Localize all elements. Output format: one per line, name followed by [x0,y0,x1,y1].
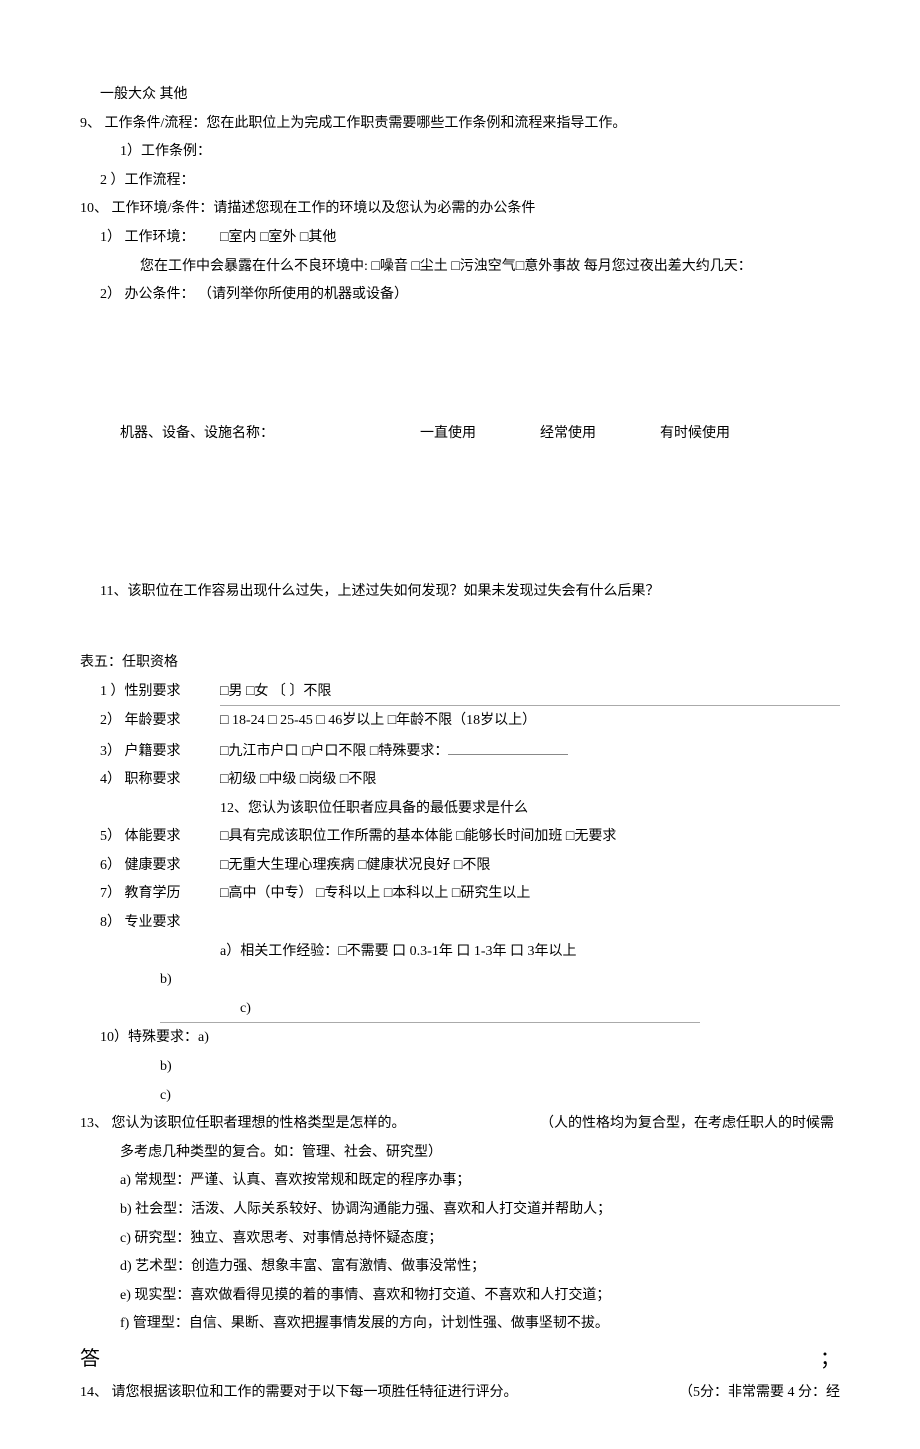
t5-r9b: b) [80,967,840,994]
t5-r6: 6） 健康要求 □无重大生理心理疾病 □健康状况良好 □不限 [80,853,840,880]
q13-b: b) 社会型：活泼、人际关系较好、协调沟通能力强、喜欢和人打交道并帮助人； [80,1197,840,1224]
t5-r8: 8） 专业要求 [80,910,840,937]
q9-b: 2 ）工作流程： [80,168,840,195]
q10-office: 2） 办公条件： （请列举你所使用的机器或设备） [80,282,840,309]
t5-r5: 5） 体能要求 □具有完成该职位工作所需的基本体能 □能够长时间加班 □无要求 [80,824,840,851]
t5-r7: 7） 教育学历 □高中（中专） □专科以上 □本科以上 □研究生以上 [80,881,840,908]
header-line: 一般大众 其他 [80,82,840,109]
usage-c2: 经常使用 [540,421,660,448]
t5-r3-label: 3） 户籍要求 [100,739,220,766]
t5-r1-opts[interactable]: □男 □女 〔 〕不限 [220,679,840,707]
t5-r4-opts[interactable]: □初级 □中级 □岗级 □不限 [220,767,840,794]
t5-r2-label: 2） 年龄要求 [100,708,220,735]
t5-r6-label: 6） 健康要求 [100,853,220,880]
special-req-blank[interactable] [448,737,568,755]
q10-env-row: 1） 工作环境： □室内 □室外 □其他 [80,225,840,252]
t5-r6-opts[interactable]: □无重大生理心理疾病 □健康状况良好 □不限 [220,853,840,880]
t5-r10c: c) [80,1083,840,1110]
t5-r10a: 10）特殊要求：a) [80,1025,840,1052]
usage-name-header: 机器、设备、设施名称： [120,421,420,448]
t5-r7-opts[interactable]: □高中（中专） □专科以上 □本科以上 □研究生以上 [220,881,840,908]
answer-left: 答 [80,1340,100,1378]
q10-env-label: 1） 工作环境： [100,225,220,252]
t5-q12: 12、您认为该职位任职者应具备的最低要求是什么 [80,796,840,823]
q13-c: c) 研究型：独立、喜欢思考、对事情总持怀疑态度； [80,1226,840,1253]
t5-r3-opts[interactable]: □九江市户口 □户口不限 □特殊要求： [220,737,840,765]
t5-r3: 3） 户籍要求 □九江市户口 □户口不限 □特殊要求： [80,737,840,765]
q9-title: 9、 工作条件/流程：您在此职位上为完成工作职责需要哪些工作条例和流程来指导工作… [80,111,840,138]
t5-r10b: b) [80,1054,840,1081]
q13-title-row: 13、 您认为该职位任职者理想的性格类型是怎样的。 （人的性格均为复合型，在考虑… [80,1111,840,1138]
t5-r1: 1 ）性别要求 □男 □女 〔 〕不限 [80,679,840,707]
q13-title-b: （人的性格均为复合型，在考虑任职人的时候需 [480,1111,834,1138]
q13-title-a: 13、 您认为该职位任职者理想的性格类型是怎样的。 [80,1111,480,1138]
t5-r4: 4） 职称要求 □初级 □中级 □岗级 □不限 [80,767,840,794]
t5-r9c: c) [160,996,700,1024]
q10-title: 10、 工作环境/条件：请描述您现在工作的环境以及您认为必需的办公条件 [80,196,840,223]
q13-title-cont: 多考虑几种类型的复合。如：管理、社会、研究型） [80,1140,840,1167]
t5-r5-opts[interactable]: □具有完成该职位工作所需的基本体能 □能够长时间加班 □无要求 [220,824,840,851]
t5-title: 表五：任职资格 [80,650,840,677]
q13-d: d) 艺术型：创造力强、想象丰富、富有激情、做事没常性； [80,1254,840,1281]
q13-e: e) 现实型：喜欢做看得见摸的着的事情、喜欢和物打交道、不喜欢和人打交道； [80,1283,840,1310]
q11: 11、该职位在工作容易出现什么过失，上述过失如何发现？如果未发现过失会有什么后果… [80,579,840,606]
q10-exposure[interactable]: 您在工作中会暴露在什么不良环境中: □噪音 □尘土 □污浊空气□意外事故 每月您… [80,254,840,281]
usage-header-row: 机器、设备、设施名称： 一直使用 经常使用 有时候使用 [80,421,840,448]
q9-a: 1）工作条例： [80,139,840,166]
t5-r2-opts[interactable]: □ 18-24 □ 25-45 □ 46岁以上 □年龄不限（18岁以上） [220,708,840,735]
q14-title: 14、 请您根据该职位和工作的需要对于以下每一项胜任特征进行评分。 [80,1380,679,1407]
usage-c3: 有时候使用 [660,421,780,448]
q13-a: a) 常规型：严谨、认真、喜欢按常规和既定的程序办事； [80,1168,840,1195]
q14-scale: （5分：非常需要 4 分：经 [679,1380,840,1407]
usage-c1: 一直使用 [420,421,540,448]
t5-r7-label: 7） 教育学历 [100,881,220,908]
q10-env-opts[interactable]: □室内 □室外 □其他 [220,225,336,252]
t5-r5-label: 5） 体能要求 [100,824,220,851]
t5-r1-label: 1 ）性别要求 [100,679,220,706]
q13-f: f) 管理型：自信、果断、喜欢把握事情发展的方向，计划性强、做事坚韧不拔。 [80,1311,840,1338]
answer-right: ； [820,1340,840,1378]
t5-r2: 2） 年龄要求 □ 18-24 □ 25-45 □ 46岁以上 □年龄不限（18… [80,708,840,735]
t5-r9a[interactable]: a）相关工作经验：□不需要 口 0.3-1年 口 1-3年 口 3年以上 [80,939,840,966]
t5-r8-label: 8） 专业要求 [100,910,220,937]
t5-r4-label: 4） 职称要求 [100,767,220,794]
q14-row: 14、 请您根据该职位和工作的需要对于以下每一项胜任特征进行评分。 （5分：非常… [80,1380,840,1407]
answer-line: 答 ； [80,1340,840,1378]
